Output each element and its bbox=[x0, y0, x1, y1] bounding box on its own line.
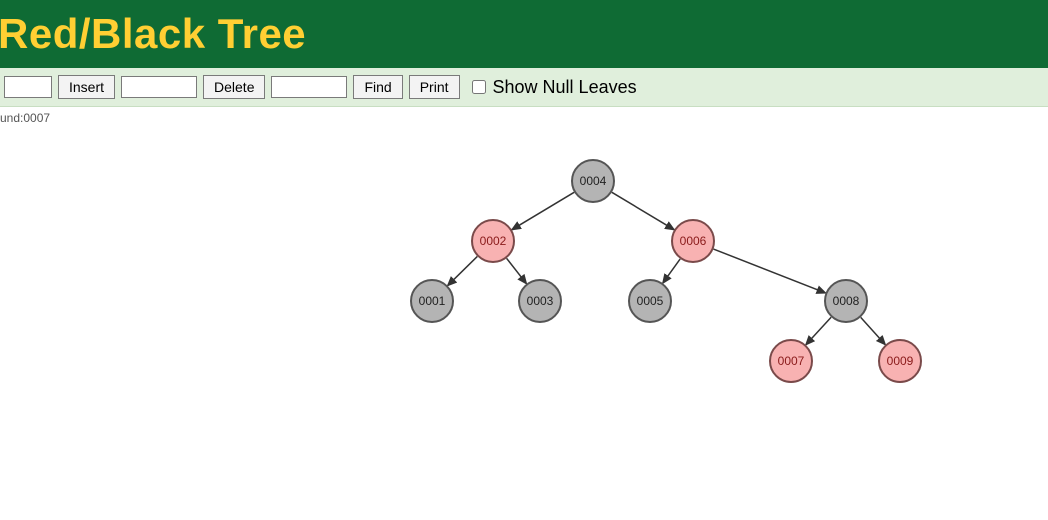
tree-canvas: 0004 0002 0006 0001 0003 0005 00080007 0009 bbox=[0, 129, 1048, 520]
tree-node-0007: 0007 bbox=[769, 339, 813, 383]
show-null-checkbox[interactable] bbox=[472, 80, 486, 94]
tree-edge bbox=[448, 256, 478, 285]
tree-edge bbox=[612, 192, 674, 229]
tree-edge bbox=[663, 259, 680, 283]
tree-edge bbox=[861, 317, 886, 344]
tree-edge bbox=[713, 249, 825, 293]
tree-edge bbox=[507, 258, 527, 283]
toolbar: Insert Delete Find Print Show Null Leave… bbox=[0, 68, 1048, 107]
show-null-text: Show Null Leaves bbox=[493, 77, 637, 98]
tree-node-0003: 0003 bbox=[518, 279, 562, 323]
tree-edge bbox=[806, 317, 831, 345]
delete-input[interactable] bbox=[121, 76, 197, 98]
tree-node-0009: 0009 bbox=[878, 339, 922, 383]
page-title: Red/Black Tree bbox=[0, 10, 306, 58]
tree-node-0008: 0008 bbox=[824, 279, 868, 323]
print-button[interactable]: Print bbox=[409, 75, 460, 99]
tree-edge bbox=[512, 192, 574, 229]
find-input[interactable] bbox=[271, 76, 347, 98]
show-null-label[interactable]: Show Null Leaves bbox=[468, 77, 637, 98]
header-bar: Red/Black Tree bbox=[0, 0, 1048, 68]
tree-node-0005: 0005 bbox=[628, 279, 672, 323]
tree-edges bbox=[0, 129, 1048, 520]
tree-node-0004: 0004 bbox=[571, 159, 615, 203]
find-button[interactable]: Find bbox=[353, 75, 402, 99]
tree-node-0006: 0006 bbox=[671, 219, 715, 263]
tree-node-0002: 0002 bbox=[471, 219, 515, 263]
delete-button[interactable]: Delete bbox=[203, 75, 265, 99]
insert-button[interactable]: Insert bbox=[58, 75, 115, 99]
tree-node-0001: 0001 bbox=[410, 279, 454, 323]
insert-input[interactable] bbox=[4, 76, 52, 98]
status-text: und:0007 bbox=[0, 107, 1048, 129]
